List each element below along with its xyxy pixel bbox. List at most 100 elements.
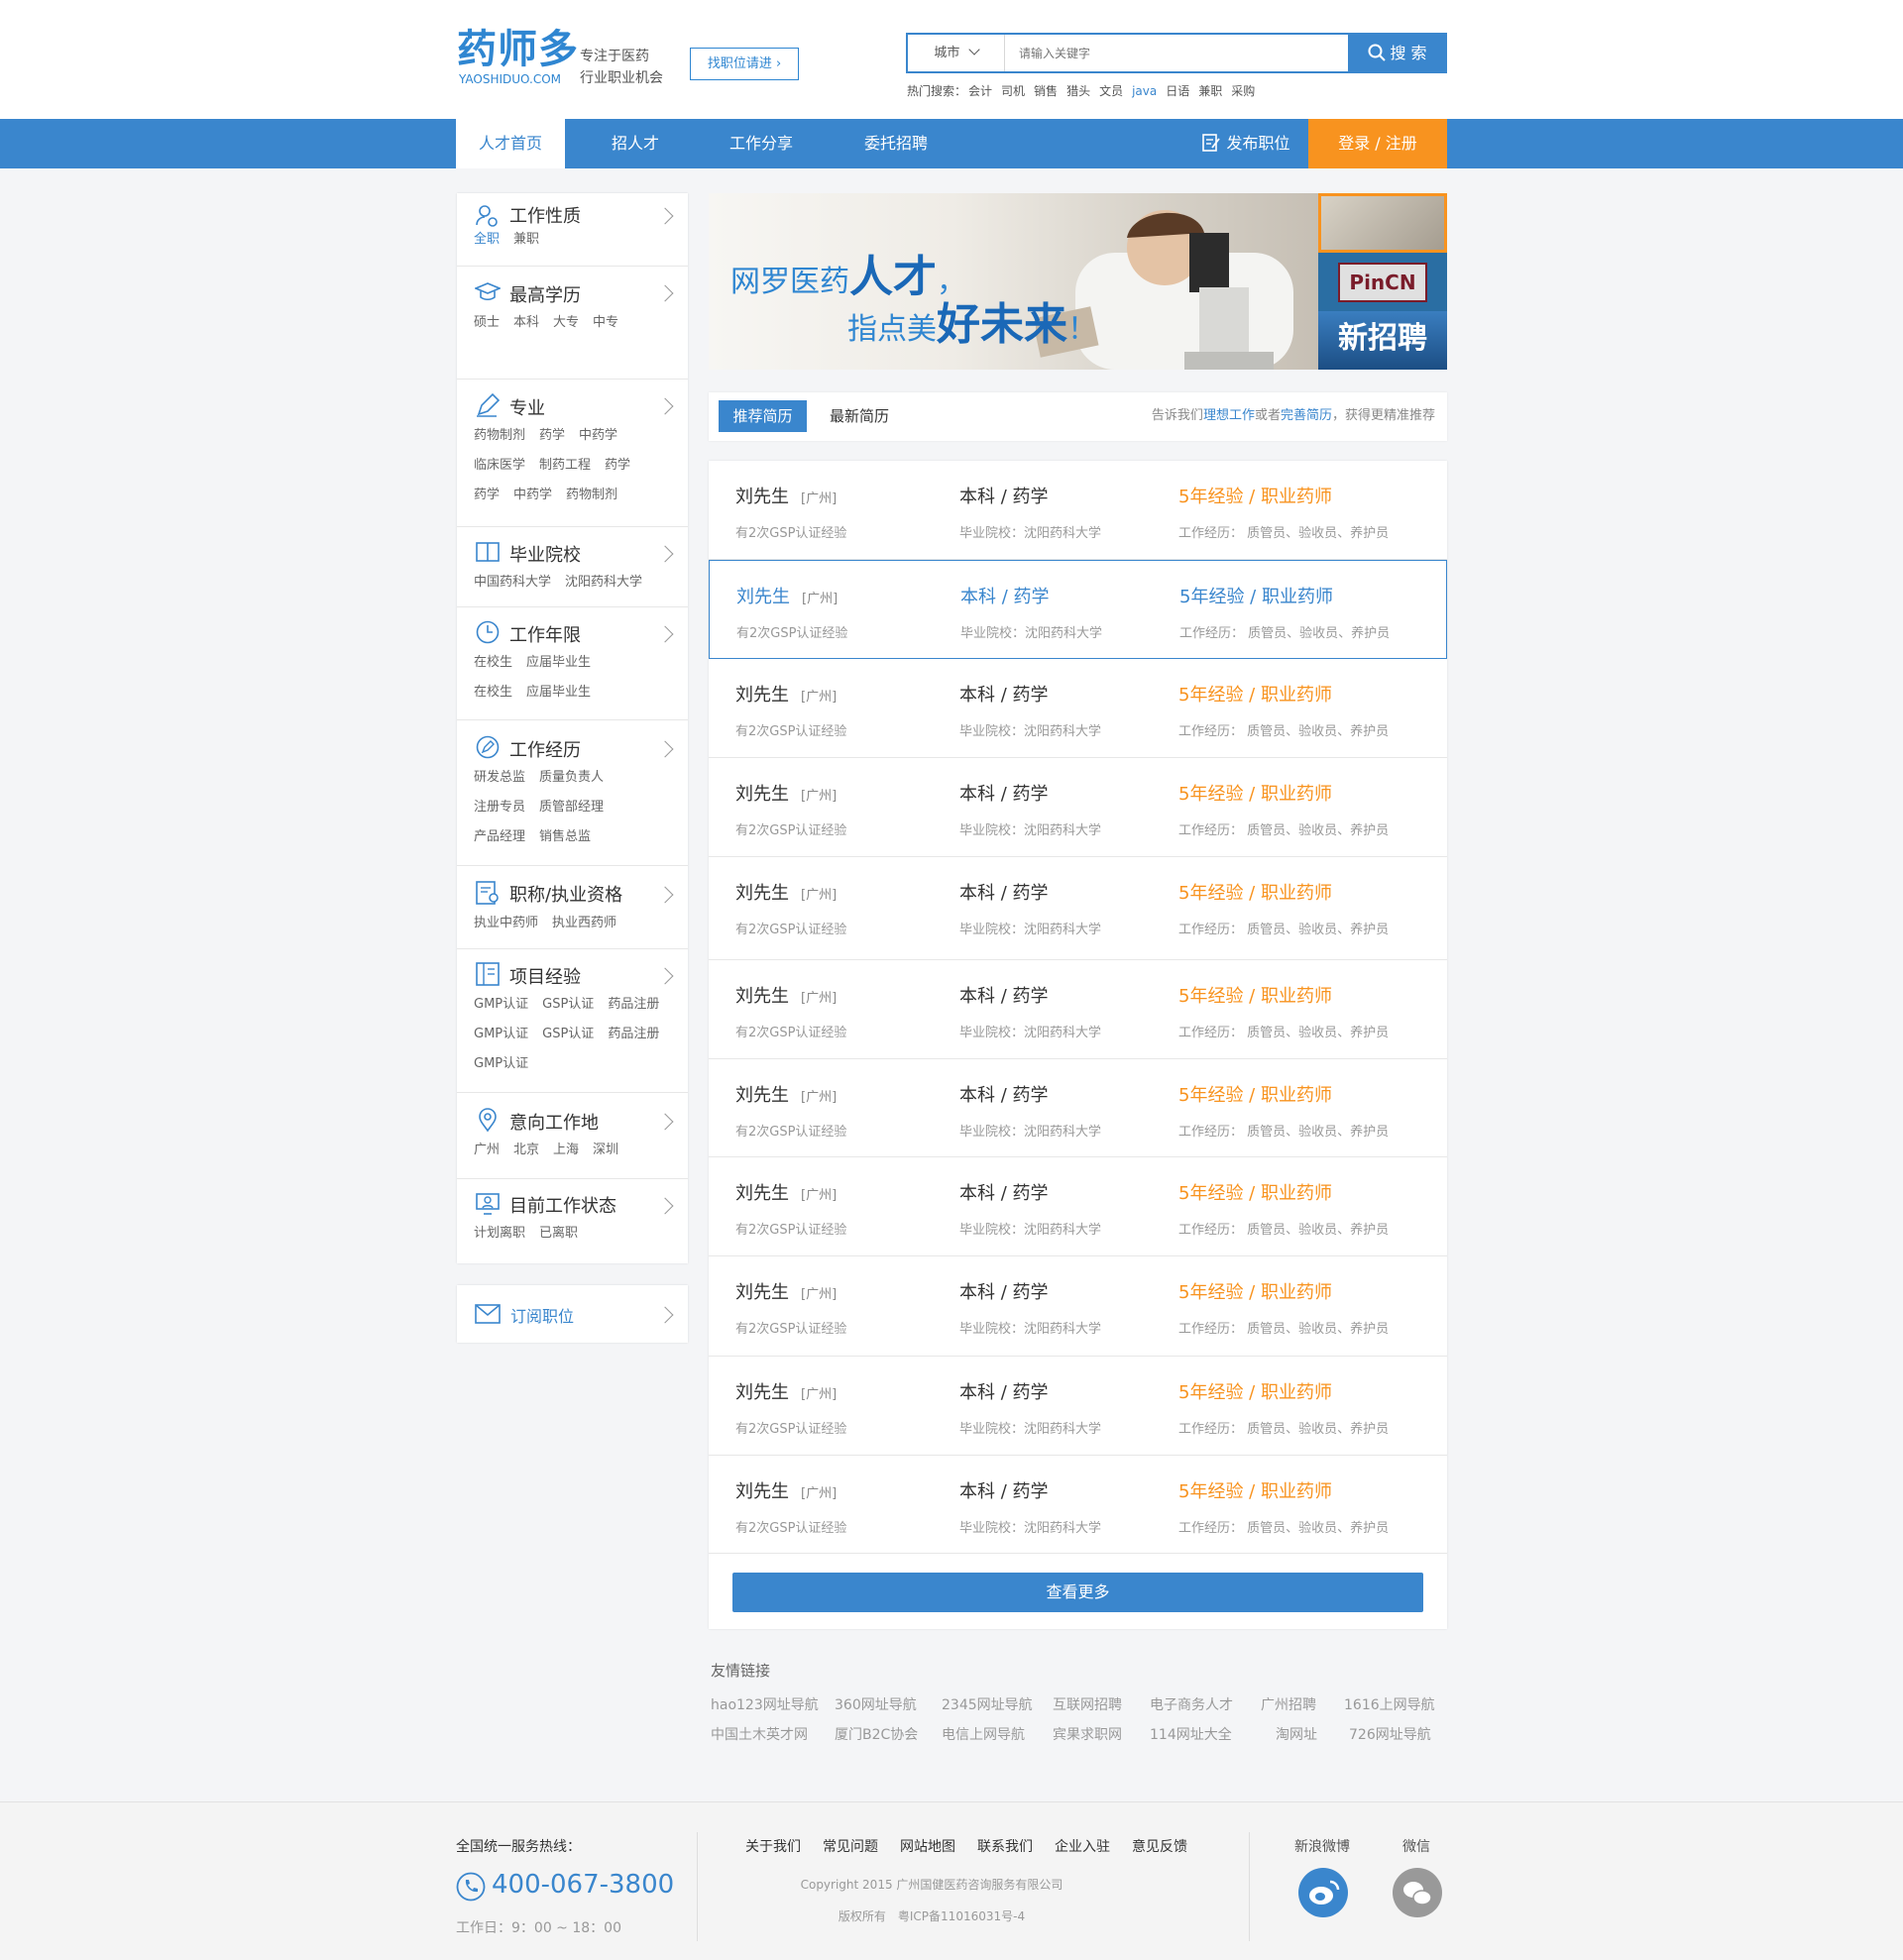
filter-option[interactable]: GSP认证 — [542, 997, 594, 1012]
footer-link[interactable]: 意见反馈 — [1132, 1839, 1187, 1855]
filter-option[interactable]: 质量负责人 — [539, 770, 604, 785]
resume-row[interactable]: 刘先生 [广州] 有2次GSP认证经验 本科 / 药学 毕业院校：沈阳药科大学 5年经验 … — [709, 659, 1447, 758]
filter-option[interactable]: 上海 — [553, 1143, 579, 1157]
filter-option[interactable]: 药物制剂 — [566, 488, 617, 502]
friend-link[interactable]: 2345网址导航 — [942, 1694, 1053, 1714]
search-input[interactable] — [1007, 35, 1344, 71]
filter-option[interactable]: 中专 — [593, 315, 618, 330]
friend-link[interactable]: 宾果求职网 — [1053, 1724, 1150, 1744]
friend-link[interactable]: 淘网址 — [1276, 1724, 1349, 1744]
friend-link[interactable]: 114网址大全 — [1150, 1724, 1276, 1744]
banner-thumb-3[interactable]: 新招聘 — [1318, 311, 1447, 370]
hot-search-link[interactable]: 采购 — [1231, 84, 1255, 98]
friend-link[interactable]: 广州招聘 — [1261, 1694, 1344, 1714]
filter-option[interactable]: 中药学 — [513, 488, 552, 502]
filter-option[interactable]: 临床医学 — [474, 458, 525, 473]
find-job-button[interactable]: 找职位请进 › — [690, 48, 799, 80]
hot-search-link[interactable]: 会计 — [968, 84, 992, 98]
filter-option[interactable]: 产品经理 — [474, 829, 525, 844]
filter-option[interactable]: GMP认证 — [474, 997, 528, 1012]
filter-option[interactable]: 研发总监 — [474, 770, 525, 785]
login-register-button[interactable]: 登录 / 注册 — [1308, 119, 1447, 168]
filter-option[interactable]: 药物制剂 — [474, 428, 525, 443]
hot-search-link[interactable]: 兼职 — [1198, 84, 1222, 98]
search-button[interactable]: 搜 索 — [1348, 33, 1447, 73]
filter-option[interactable]: 销售总监 — [539, 829, 591, 844]
resume-row[interactable]: 刘先生 [广州] 有2次GSP认证经验 本科 / 药学 毕业院校：沈阳药科大学 5年经验 … — [709, 560, 1447, 659]
footer-link[interactable]: 联系我们 — [977, 1839, 1033, 1855]
filter-option[interactable]: 制药工程 — [539, 458, 591, 473]
hot-search-link[interactable]: 猎头 — [1066, 84, 1090, 98]
post-job-button[interactable]: 发布职位 — [1184, 119, 1308, 168]
resume-row[interactable]: 刘先生 [广州] 有2次GSP认证经验 本科 / 药学 毕业院校：沈阳药科大学 5年经验 … — [709, 1456, 1447, 1554]
nav-talent-home[interactable]: 人才首页 — [456, 119, 565, 168]
friend-link[interactable]: 中国土木英才网 — [711, 1724, 835, 1744]
friend-link[interactable]: 360网址导航 — [835, 1694, 942, 1714]
footer-link[interactable]: 关于我们 — [745, 1839, 801, 1855]
logo[interactable]: 药师多 — [457, 28, 579, 71]
footer-link[interactable]: 网站地图 — [900, 1839, 955, 1855]
hot-search-link[interactable]: 文员 — [1099, 84, 1123, 98]
filter-option[interactable]: 药学 — [539, 428, 565, 443]
filter-option[interactable]: 本科 — [513, 315, 539, 330]
friend-link[interactable]: 互联网招聘 — [1053, 1694, 1150, 1714]
banner-thumb-1[interactable] — [1318, 193, 1447, 253]
hot-search-link[interactable]: 司机 — [1001, 84, 1025, 98]
hot-search-link[interactable]: java — [1132, 84, 1157, 98]
filter-option[interactable]: 应届毕业生 — [526, 685, 591, 700]
banner-thumb-2[interactable]: PinCN — [1318, 253, 1447, 311]
filter-option[interactable]: 北京 — [513, 1143, 539, 1157]
friend-link[interactable]: 726网址导航 — [1349, 1724, 1431, 1744]
filter-option[interactable]: 全职 — [474, 232, 500, 247]
filter-option[interactable]: 广州 — [474, 1143, 500, 1157]
nav-recruit[interactable]: 招人才 — [585, 119, 686, 168]
filter-option[interactable]: GMP认证 — [474, 1056, 528, 1071]
filter-option[interactable]: 药品注册 — [608, 997, 659, 1012]
filter-work-years[interactable]: 工作年限 在校生 应届毕业生 在校生 应届毕业生 — [457, 607, 688, 720]
resume-row[interactable]: 刘先生 [广州] 有2次GSP认证经验 本科 / 药学 毕业院校：沈阳药科大学 5年经验 … — [709, 1256, 1447, 1357]
hot-search-link[interactable]: 销售 — [1034, 84, 1058, 98]
banner-carousel[interactable]: 网罗医药人才， 指点美好未来！ PinCN 新招聘 — [709, 193, 1447, 370]
filter-option[interactable]: 执业西药师 — [552, 916, 616, 930]
filter-location[interactable]: 意向工作地 广州 北京 上海 深圳 — [457, 1093, 688, 1179]
resume-row[interactable]: 刘先生 [广州] 有2次GSP认证经验 本科 / 药学 毕业院校：沈阳药科大学 5年经验 … — [709, 857, 1447, 960]
filter-option[interactable]: 质管部经理 — [539, 800, 604, 815]
friend-link[interactable]: 电信上网导航 — [942, 1724, 1053, 1744]
filter-work-history[interactable]: 工作经历 研发总监 质量负责人 注册专员 质管部经理 产品经理 销售总监 — [457, 720, 688, 866]
filter-option[interactable]: GSP认证 — [542, 1027, 594, 1041]
nav-work-share[interactable]: 工作分享 — [710, 119, 813, 168]
filter-school[interactable]: 毕业院校 中国药科大学 沈阳药科大学 — [457, 527, 688, 607]
friend-link[interactable]: hao123网址导航 — [711, 1694, 835, 1714]
complete-resume-link[interactable]: 完善简历 — [1281, 408, 1332, 423]
filter-option[interactable]: 注册专员 — [474, 800, 525, 815]
tab-recommended[interactable]: 推荐简历 — [719, 400, 807, 432]
filter-option[interactable]: 深圳 — [593, 1143, 618, 1157]
filter-option[interactable]: 应届毕业生 — [526, 655, 591, 670]
filter-current-status[interactable]: 目前工作状态 计划离职 已离职 — [457, 1179, 688, 1263]
filter-job-type[interactable]: 工作性质 全职 兼职 — [457, 193, 688, 267]
resume-row[interactable]: 刘先生 [广州] 有2次GSP认证经验 本科 / 药学 毕业院校：沈阳药科大学 5年经验 … — [709, 758, 1447, 857]
filter-option[interactable]: 中国药科大学 — [474, 575, 551, 590]
filter-option[interactable]: GMP认证 — [474, 1027, 528, 1041]
filter-option[interactable]: 药学 — [605, 458, 630, 473]
footer-link[interactable]: 常见问题 — [823, 1839, 878, 1855]
filter-project-experience[interactable]: 项目经验 GMP认证 GSP认证 药品注册 GMP认证 GSP认证 药品注册 GMP认证 — [457, 949, 688, 1093]
resume-row[interactable]: 刘先生 [广州] 有2次GSP认证经验 本科 / 药学 毕业院校：沈阳药科大学 5年经验 … — [709, 1157, 1447, 1256]
resume-row[interactable]: 刘先生 [广州] 有2次GSP认证经验 本科 / 药学 毕业院校：沈阳药科大学 5年经验 … — [709, 1357, 1447, 1456]
friend-link[interactable]: 1616上网导航 — [1344, 1694, 1435, 1714]
filter-option[interactable]: 药品注册 — [608, 1027, 659, 1041]
filter-option[interactable]: 大专 — [553, 315, 579, 330]
footer-link[interactable]: 企业入驻 — [1055, 1839, 1110, 1855]
filter-option[interactable]: 在校生 — [474, 655, 512, 670]
filter-option[interactable]: 药学 — [474, 488, 500, 502]
hot-search-link[interactable]: 日语 — [1166, 84, 1189, 98]
city-select[interactable]: 城市 — [908, 35, 1005, 71]
filter-option[interactable]: 兼职 — [513, 232, 539, 247]
subscribe-job-button[interactable]: 订阅职位 — [457, 1285, 688, 1343]
view-more-button[interactable]: 查看更多 — [732, 1573, 1423, 1612]
wechat-icon[interactable] — [1393, 1868, 1442, 1917]
resume-row[interactable]: 刘先生 [广州] 有2次GSP认证经验 本科 / 药学 毕业院校：沈阳药科大学 5年经验 … — [709, 461, 1447, 560]
filter-option[interactable]: 已离职 — [539, 1226, 578, 1241]
tab-latest[interactable]: 最新简历 — [830, 400, 889, 432]
filter-major[interactable]: 专业 药物制剂 药学 中药学 临床医学 制药工程 药学 药学 中药学 药物制剂 — [457, 380, 688, 527]
